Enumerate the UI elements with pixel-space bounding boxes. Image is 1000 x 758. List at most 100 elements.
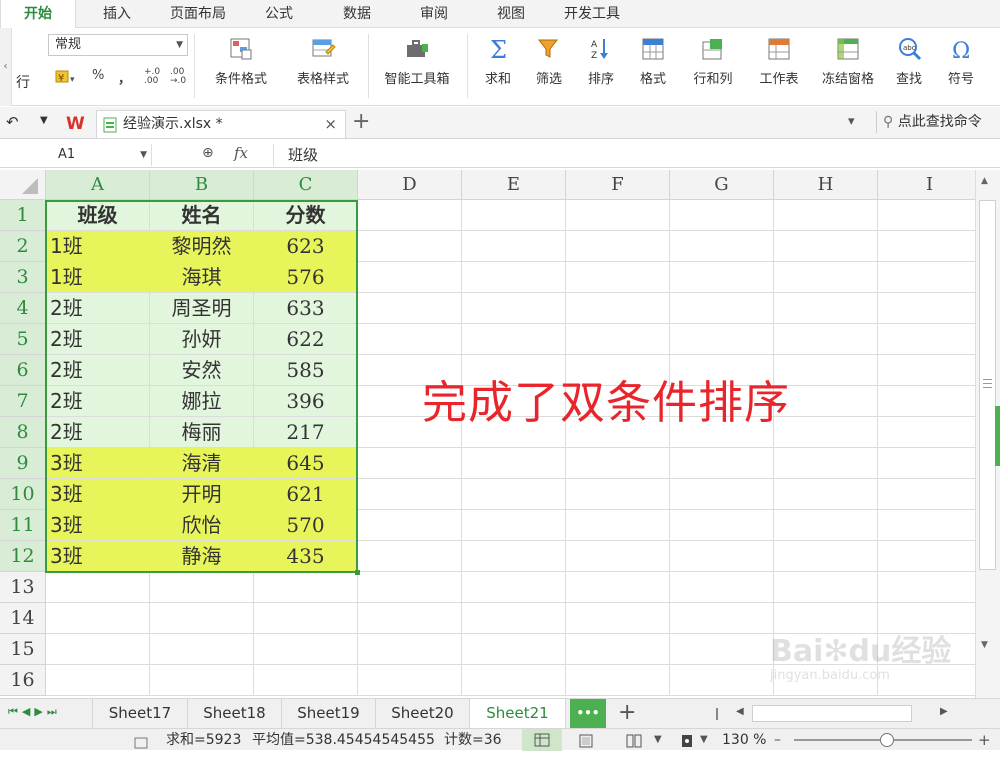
table-style-button[interactable]: 表格样式	[284, 32, 362, 100]
cell[interactable]	[150, 634, 254, 665]
cell[interactable]	[774, 324, 878, 355]
number-format-select[interactable]: 常规 ▼	[48, 34, 188, 56]
score-cell[interactable]: 576	[254, 262, 358, 293]
row-header-16[interactable]: 16	[0, 665, 46, 696]
cell[interactable]	[566, 200, 670, 231]
sum-button[interactable]: Σ 求和	[474, 32, 522, 100]
smart-toolbox-button[interactable]: 智能工具箱	[374, 32, 460, 100]
undo-icon[interactable]: ↶	[6, 113, 19, 131]
cell[interactable]	[774, 293, 878, 324]
row-header-15[interactable]: 15	[0, 634, 46, 665]
cell[interactable]	[774, 231, 878, 262]
cell[interactable]	[46, 665, 150, 696]
column-header-e[interactable]: E	[462, 170, 566, 200]
row-header-6[interactable]: 6	[0, 355, 46, 386]
menu-tab-page-layout[interactable]: 页面布局	[158, 0, 238, 28]
cell[interactable]	[774, 541, 878, 572]
cell[interactable]	[566, 603, 670, 634]
new-tab-icon[interactable]: +	[352, 109, 370, 134]
class-cell[interactable]: 2班	[46, 417, 150, 448]
column-header-i[interactable]: I	[878, 170, 975, 200]
cell[interactable]	[670, 541, 774, 572]
cell[interactable]	[774, 200, 878, 231]
cell[interactable]	[670, 200, 774, 231]
scroll-up-icon[interactable]: ▲	[981, 176, 988, 186]
menu-tab-home[interactable]: 开始	[0, 0, 76, 29]
zoom-out-icon[interactable]: –	[774, 729, 781, 751]
name-cell[interactable]: 海琪	[150, 262, 254, 293]
cell[interactable]	[878, 293, 975, 324]
sort-button[interactable]: AZ 排序	[576, 32, 626, 100]
header-cell[interactable]: 姓名	[150, 200, 254, 231]
cell[interactable]	[566, 262, 670, 293]
hscroll-divider[interactable]	[716, 708, 718, 720]
cell[interactable]	[774, 510, 878, 541]
name-cell[interactable]: 欣怡	[150, 510, 254, 541]
header-cell[interactable]: 分数	[254, 200, 358, 231]
cell[interactable]	[878, 479, 975, 510]
row-header-10[interactable]: 10	[0, 479, 46, 510]
column-header-b[interactable]: B	[150, 170, 254, 200]
class-cell[interactable]: 3班	[46, 479, 150, 510]
cell[interactable]	[774, 572, 878, 603]
cell[interactable]	[878, 262, 975, 293]
vscroll-thumb[interactable]	[979, 200, 996, 570]
row-header-1[interactable]: 1	[0, 200, 46, 231]
cell[interactable]	[254, 665, 358, 696]
cell[interactable]	[774, 479, 878, 510]
cell[interactable]	[358, 200, 462, 231]
menu-tab-developer[interactable]: 开发工具	[552, 0, 632, 28]
cell[interactable]	[462, 448, 566, 479]
score-cell[interactable]: 645	[254, 448, 358, 479]
cell[interactable]	[670, 262, 774, 293]
cell[interactable]	[566, 231, 670, 262]
row-header-2[interactable]: 2	[0, 231, 46, 262]
cell[interactable]	[462, 572, 566, 603]
cell[interactable]	[670, 231, 774, 262]
class-cell[interactable]: 3班	[46, 541, 150, 572]
score-cell[interactable]: 621	[254, 479, 358, 510]
cell[interactable]	[566, 324, 670, 355]
score-cell[interactable]: 622	[254, 324, 358, 355]
macro-record-icon[interactable]	[134, 734, 148, 756]
cell[interactable]	[46, 634, 150, 665]
eye-protect-icon[interactable]	[680, 733, 694, 755]
cell[interactable]	[774, 262, 878, 293]
score-cell[interactable]: 585	[254, 355, 358, 386]
cell[interactable]	[358, 665, 462, 696]
cell[interactable]	[566, 479, 670, 510]
score-cell[interactable]: 396	[254, 386, 358, 417]
name-cell[interactable]: 周圣明	[150, 293, 254, 324]
name-cell[interactable]: 静海	[150, 541, 254, 572]
row-header-7[interactable]: 7	[0, 386, 46, 417]
name-box[interactable]: A1 ▼	[48, 144, 152, 166]
cell[interactable]	[46, 572, 150, 603]
score-cell[interactable]: 217	[254, 417, 358, 448]
cell[interactable]	[358, 231, 462, 262]
name-cell[interactable]: 孙妍	[150, 324, 254, 355]
cell[interactable]	[358, 572, 462, 603]
score-cell[interactable]: 623	[254, 231, 358, 262]
scroll-down-icon[interactable]: ▼	[981, 640, 988, 650]
cell[interactable]	[878, 448, 975, 479]
column-header-d[interactable]: D	[358, 170, 462, 200]
cell[interactable]	[462, 293, 566, 324]
sheet-tab-18[interactable]: Sheet18	[188, 699, 282, 729]
cell[interactable]	[358, 262, 462, 293]
cell[interactable]	[670, 665, 774, 696]
score-cell[interactable]: 633	[254, 293, 358, 324]
cell[interactable]	[462, 200, 566, 231]
cell[interactable]	[878, 386, 975, 417]
cell[interactable]	[774, 448, 878, 479]
zoom-search-icon[interactable]: ⊕	[202, 145, 214, 161]
menu-tab-insert[interactable]: 插入	[82, 0, 152, 28]
row-header-12[interactable]: 12	[0, 541, 46, 572]
cell[interactable]	[566, 572, 670, 603]
score-cell[interactable]: 435	[254, 541, 358, 572]
cell[interactable]	[566, 541, 670, 572]
cell[interactable]	[254, 634, 358, 665]
cell[interactable]	[566, 634, 670, 665]
cell[interactable]	[358, 479, 462, 510]
close-icon[interactable]: ×	[324, 111, 337, 137]
column-header-a[interactable]: A	[46, 170, 150, 200]
